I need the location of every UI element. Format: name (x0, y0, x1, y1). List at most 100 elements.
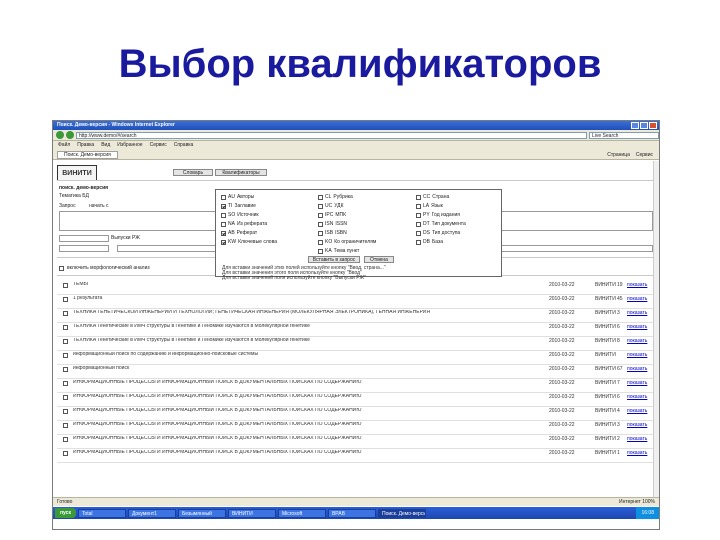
checkbox[interactable] (318, 194, 323, 200)
row-checkbox[interactable] (63, 437, 68, 442)
table-row[interactable]: информационный поиск 2010-03-22 ВИНИТИ 67 по… (57, 365, 653, 379)
vertical-scrollbar[interactable] (653, 161, 659, 497)
taskbar-item[interactable]: ВИНИТИ (227, 508, 276, 518)
checkbox-checked[interactable] (221, 230, 226, 236)
table-row[interactable]: ИНФОРМАЦИОННЫЕ ПРОЦЕССЫ И ИНФОРМАЦИОННЫЙ… (57, 421, 653, 435)
page-menu[interactable]: Страница (607, 152, 630, 158)
checkbox-checked[interactable] (221, 239, 226, 245)
close-button[interactable] (649, 122, 657, 129)
qualifier-ka[interactable]: KA Тема пункт (318, 248, 359, 254)
morph-checkbox[interactable] (59, 265, 64, 271)
qualifier-isn[interactable]: ISN ISSN (318, 221, 347, 227)
table-row[interactable]: ИНФОРМАЦИОННЫЕ ПРОЦЕССЫ И ИНФОРМАЦИОННЫЙ… (57, 407, 653, 421)
year-select[interactable] (59, 235, 109, 242)
tab-search-demo[interactable]: Поиск. Демо-версия (57, 150, 118, 159)
show-link[interactable]: показать (627, 422, 647, 428)
row-checkbox[interactable] (63, 381, 68, 386)
address-input[interactable]: http://www.demo/#/search (76, 131, 587, 139)
table-row[interactable]: ИНФОРМАЦИОННЫЕ ПРОЦЕССЫ И ИНФОРМАЦИОННЫЙ… (57, 449, 653, 463)
qualifier-na[interactable]: NA Из реферата (221, 221, 267, 227)
show-link[interactable]: показать (627, 296, 647, 302)
qualifier-ipc[interactable]: IPC МПК (318, 212, 346, 218)
qualifier-ko[interactable]: KO Ко ограничителям (318, 239, 376, 245)
show-link[interactable]: показать (627, 366, 647, 372)
tools-menu[interactable]: Сервис (636, 152, 653, 158)
forward-icon[interactable] (66, 131, 74, 139)
row-checkbox[interactable] (63, 339, 68, 344)
show-link[interactable]: показать (627, 282, 647, 288)
qualifier-so[interactable]: SO Источник (221, 212, 259, 218)
start-button[interactable]: пуск (55, 508, 76, 518)
row-checkbox[interactable] (63, 283, 68, 288)
show-link[interactable]: показать (627, 394, 647, 400)
insert-button[interactable]: Вставить в запрос (308, 256, 360, 263)
show-link[interactable]: показать (627, 408, 647, 414)
checkbox[interactable] (416, 212, 421, 218)
table-row[interactable]: ИНФОРМАЦИОННЫЕ ПРОЦЕССЫ И ИНФОРМАЦИОННЫЙ… (57, 435, 653, 449)
show-link[interactable]: показать (627, 436, 647, 442)
checkbox[interactable] (416, 194, 421, 200)
table-row[interactable]: информационный поиск по содержанию и инф… (57, 351, 653, 365)
qualifier-ab[interactable]: AB Реферат (221, 230, 257, 236)
checkbox-checked[interactable] (221, 203, 226, 209)
zoom-level[interactable]: 100% (642, 499, 655, 505)
checkbox[interactable] (318, 221, 323, 227)
checkbox[interactable] (416, 230, 421, 236)
row-checkbox[interactable] (63, 325, 68, 330)
checkbox[interactable] (318, 203, 323, 209)
qualifier-ti[interactable]: TI Заглавие (221, 203, 256, 209)
qualifier-cl[interactable]: CL Рубрика (318, 194, 353, 200)
taskbar-item-active[interactable]: Поиск. Демо-версия (377, 508, 426, 518)
show-link[interactable]: показать (627, 338, 647, 344)
show-link[interactable]: показать (627, 324, 647, 330)
row-checkbox[interactable] (63, 409, 68, 414)
show-link[interactable]: показать (627, 352, 647, 358)
table-row[interactable]: ТЕХНИКА Генетические в ИМЧ структуры в Г… (57, 323, 653, 337)
taskbar-item[interactable]: Total (77, 508, 126, 518)
qualifier-cc[interactable]: CC Страна (416, 194, 449, 200)
checkbox[interactable] (318, 212, 323, 218)
menu-edit[interactable]: Правка (77, 141, 94, 150)
show-link[interactable]: показать (627, 310, 647, 316)
table-row[interactable]: ИНФОРМАЦИОННЫЕ ПРОЦЕССЫ И ИНФОРМАЦИОННЫЙ… (57, 379, 653, 393)
row-checkbox[interactable] (63, 395, 68, 400)
checkbox[interactable] (318, 230, 323, 236)
row-checkbox[interactable] (63, 451, 68, 456)
qualifier-dt[interactable]: DT Тип документа (416, 221, 466, 227)
morph-option[interactable]: включить морфологический анализ (59, 265, 150, 271)
taskbar-item[interactable]: ВРАВ (327, 508, 376, 518)
menu-favorites[interactable]: Избранное (117, 141, 142, 150)
dictionary-button[interactable]: Словарь (173, 169, 213, 176)
taskbar-item[interactable]: Безымянный (177, 508, 226, 518)
table-row[interactable]: ИНФОРМАЦИОННЫЕ ПРОЦЕССЫ И ИНФОРМАЦИОННЫЙ… (57, 393, 653, 407)
qualifier-uc[interactable]: UC УДК (318, 203, 344, 209)
issue-select[interactable] (59, 245, 109, 252)
checkbox[interactable] (416, 239, 421, 245)
search-input[interactable]: Live Search (589, 131, 659, 139)
qualifier-ds[interactable]: DS Тип доступа (416, 230, 460, 236)
checkbox[interactable] (318, 239, 323, 245)
qualifiers-button[interactable]: Квалификаторы (215, 169, 267, 176)
maximize-button[interactable] (640, 122, 648, 129)
checkbox[interactable] (318, 248, 323, 254)
cancel-button[interactable]: Отмена (364, 256, 394, 263)
qualifier-la[interactable]: LA Язык (416, 203, 443, 209)
table-row[interactable]: ТЕМЫ 2010-03-22 ВИНИТИ 19 показать (57, 281, 653, 295)
checkbox[interactable] (221, 194, 226, 200)
qualifier-au[interactable]: AU Авторы (221, 194, 254, 200)
minimize-button[interactable] (631, 122, 639, 129)
menu-file[interactable]: Файл (58, 141, 70, 150)
row-checkbox[interactable] (63, 353, 68, 358)
checkbox[interactable] (221, 221, 226, 227)
table-row[interactable]: 1 результата 2010-03-22 ВИНИТИ 45 показать (57, 295, 653, 309)
table-row[interactable]: ТЕХНИКА ГЕНЕТИЧЕСКОЙ ИНЖЕНЕРИИ И ТЕХНОЛО… (57, 309, 653, 323)
qualifier-kw[interactable]: KW Ключевые слова (221, 239, 277, 245)
row-checkbox[interactable] (63, 423, 68, 428)
back-icon[interactable] (56, 131, 64, 139)
menu-view[interactable]: Вид (101, 141, 110, 150)
row-checkbox[interactable] (63, 297, 68, 302)
table-row[interactable]: ТЕХНИКА Генетические в ИМЧ структуры в Г… (57, 337, 653, 351)
taskbar-item[interactable]: Документ1 (127, 508, 176, 518)
menu-help[interactable]: Справка (174, 141, 194, 150)
row-checkbox[interactable] (63, 311, 68, 316)
